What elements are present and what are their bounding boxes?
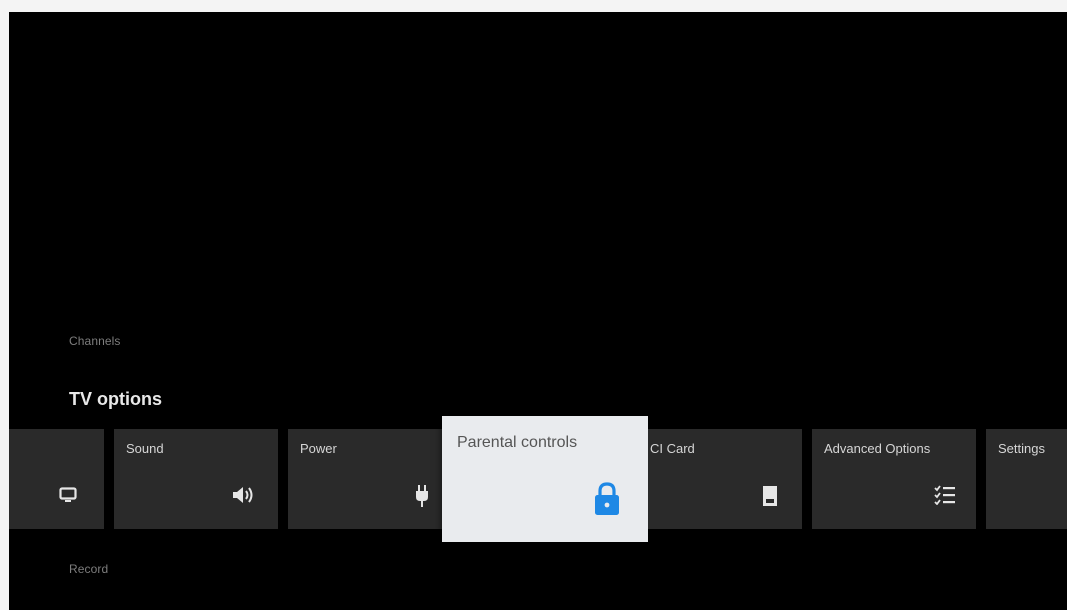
row-title-tv-options: TV options: [69, 389, 162, 409]
card-sound[interactable]: Sound: [114, 429, 278, 529]
card-settings[interactable]: Settings: [986, 429, 1067, 529]
checklist-icon: [934, 485, 956, 505]
card-power[interactable]: Power: [288, 429, 452, 529]
card-power-label: Power: [300, 441, 337, 456]
tv-screen: Channels TV options Sound Power Parental…: [9, 12, 1067, 610]
section-channels[interactable]: Channels: [69, 334, 121, 348]
card-parental-controls-label: Parental controls: [457, 434, 578, 451]
card-advanced-options-label: Advanced Options: [824, 441, 931, 456]
card-display[interactable]: [9, 429, 104, 529]
card-sound-label: Sound: [126, 441, 164, 456]
card-settings-label: Settings: [998, 441, 1045, 456]
card-parental-controls[interactable]: Parental controls: [442, 416, 648, 542]
card-advanced-options[interactable]: Advanced Options: [812, 429, 976, 529]
speaker-volume-icon: [231, 485, 255, 505]
card-ci-card-label: CI Card: [650, 441, 695, 456]
lock-icon: [594, 482, 620, 516]
power-plug-icon: [415, 485, 429, 507]
tv-screen-icon: [59, 487, 77, 503]
section-record[interactable]: Record: [69, 562, 108, 576]
sd-card-icon: [761, 485, 779, 507]
card-ci-card[interactable]: CI Card: [648, 429, 802, 529]
